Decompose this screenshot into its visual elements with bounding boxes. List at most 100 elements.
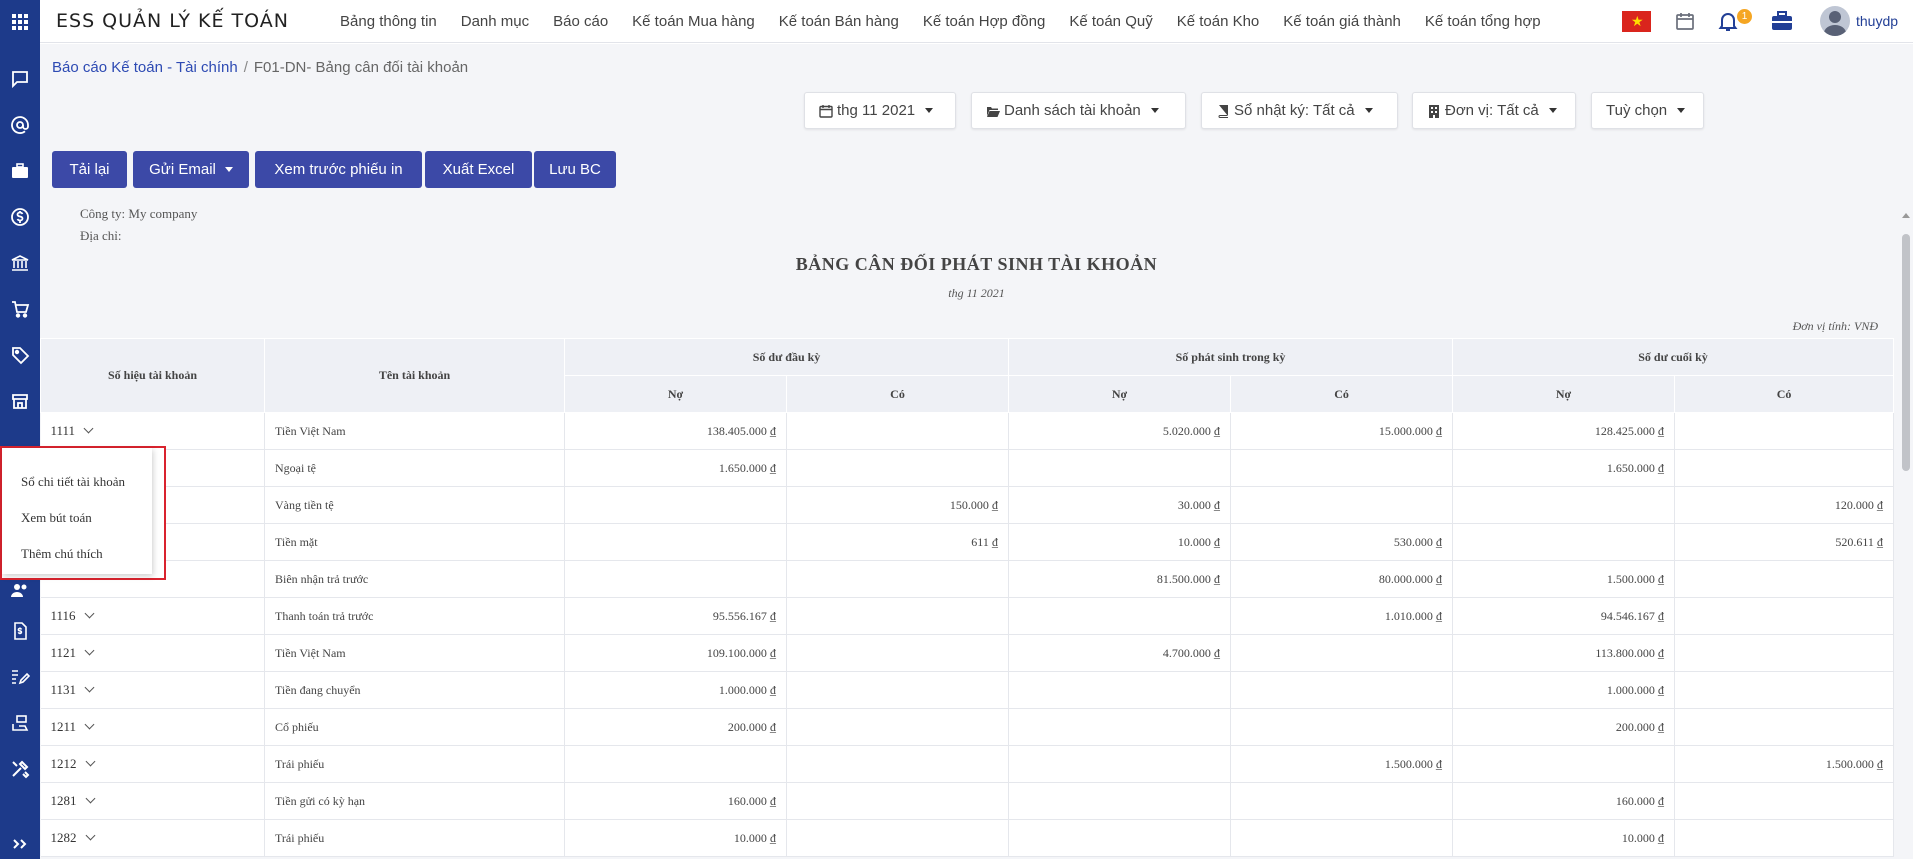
account-code-cell[interactable]: 1281 [40,782,265,820]
table-row[interactable]: 1116 Thanh toán trả trước 95.556.167 ₫ 1.01… [40,597,1895,635]
amount-cell: 1.650.000 ₫ [564,449,787,487]
account-code-cell[interactable]: 1282 [40,819,265,857]
table-row[interactable]: Tiền mặt 611 ₫ 10.000 ₫ 530.000 ₫ 520.611 ₫ [40,523,1895,561]
at-sign-icon[interactable] [4,109,36,141]
nav-catalog[interactable]: Danh mục [461,13,529,30]
reload-button[interactable]: Tải lại [52,151,127,188]
nav-dashboard[interactable]: Bảng thông tin [340,13,437,30]
vertical-scrollbar[interactable] [1899,209,1913,859]
nav-inventory[interactable]: Kế toán Kho [1177,13,1260,30]
account-code-cell[interactable]: 1211 [40,708,265,746]
cart-icon[interactable] [4,293,36,325]
header-credit: Có [1674,375,1895,413]
nav-purchasing[interactable]: Kế toán Mua hàng [632,13,755,30]
amount-cell [564,523,787,561]
toolbox-icon[interactable] [1770,9,1794,33]
chevron-down-icon[interactable] [84,682,95,693]
amount-cell [1008,745,1232,783]
nav-costing[interactable]: Kế toán giá thành [1283,13,1401,30]
store-icon[interactable] [4,385,36,417]
account-code: 1212 [50,756,77,771]
journal-filter[interactable]: Sổ nhật ký: Tất cả [1201,92,1398,129]
nav-reports[interactable]: Báo cáo [553,13,608,30]
menu-item-view-entries[interactable]: Xem bút toán [21,510,92,526]
table-row[interactable]: Vàng tiền tệ 150.000 ₫ 30.000 ₫ 120.000 ₫ [40,486,1895,524]
table-row[interactable]: 1131 Tiền đang chuyển 1.000.000 ₫ 1.000.000… [40,671,1895,709]
vietnam-flag-icon[interactable]: ★ [1622,11,1651,32]
amount-cell: 1.650.000 ₫ [1452,449,1676,487]
table-row[interactable]: 1212 Trái phiếu 1.500.000 ₫ 1.500.000 ₫ [40,745,1895,783]
amount-cell: 138.405.000 ₫ [564,412,787,450]
dollar-icon[interactable] [4,201,36,233]
amount-cell [786,671,1010,709]
amount-cell [1008,671,1232,709]
table-row[interactable]: 1282 Trái phiếu 10.000 ₫ 10.000 ₫ [40,819,1895,857]
period-filter[interactable]: thg 11 2021 [804,92,956,129]
table-row[interactable]: 1121 Tiền Việt Nam 109.100.000 ₫ 4.700.000 … [40,634,1895,672]
document-dollar-icon[interactable] [4,615,36,647]
apps-grid-icon[interactable] [4,6,36,38]
chat-icon[interactable] [4,63,36,95]
amount-cell [1674,560,1895,598]
username[interactable]: thuydp [1856,13,1898,29]
amount-cell: 95.556.167 ₫ [564,597,787,635]
chevron-down-icon[interactable] [85,756,95,767]
table-row[interactable]: 1211 Cổ phiếu 200.000 ₫ 200.000 ₫ [40,708,1895,746]
account-code-cell[interactable]: 1212 [40,745,265,783]
chevron-down-icon[interactable] [85,830,95,841]
account-code-cell[interactable]: 1121 [40,634,265,672]
scrollbar-thumb[interactable] [1902,234,1910,471]
nav-general-ledger[interactable]: Kế toán tổng hợp [1425,13,1541,30]
table-row[interactable]: 1281 Tiền gửi có kỳ hạn 160.000 ₫ 160.000 ₫ [40,782,1895,820]
unit-filter[interactable]: Đơn vị: Tất cả [1412,92,1576,129]
menu-item-add-note[interactable]: Thêm chú thích [21,546,103,562]
bank-icon[interactable] [4,247,36,279]
amount-cell [1674,412,1895,450]
amount-cell [1674,708,1895,746]
chevron-down-icon[interactable] [84,719,95,730]
send-email-button[interactable]: Gửi Email [133,151,249,188]
unit-filter-label: Đơn vị: Tất cả [1445,102,1539,119]
task-edit-icon[interactable] [4,661,36,693]
reload-button-label: Tải lại [69,161,110,178]
table-row[interactable]: Ngoại tệ 1.650.000 ₫ 1.650.000 ₫ [40,449,1895,487]
chevron-down-icon[interactable] [84,608,94,619]
chevron-down-icon[interactable] [85,793,95,804]
table-row[interactable]: 1111 Tiền Việt Nam 138.405.000 ₫ 5.020.000 … [40,412,1895,450]
user-avatar[interactable] [1820,6,1850,36]
save-report-button[interactable]: Lưu BC [534,151,616,188]
app-title[interactable]: ESS QUẢN LÝ KẾ TOÁN [56,10,289,32]
header-credit: Có [1230,375,1454,413]
briefcase-icon[interactable] [4,155,36,187]
nav-contracts[interactable]: Kế toán Hợp đồng [923,13,1045,30]
amount-cell: 10.000 ₫ [1008,523,1232,561]
options-filter[interactable]: Tuỳ chọn [1591,92,1704,129]
amount-cell: 1.010.000 ₫ [1230,597,1454,635]
account-code-cell[interactable]: 1131 [40,671,265,709]
tools-icon[interactable] [4,753,36,785]
chevron-down-icon[interactable] [84,645,95,656]
table-row[interactable]: Biên nhận trả trước 81.500.000 ₫ 80.000.00… [40,560,1895,598]
account-code-cell[interactable]: 1111 [40,412,265,450]
calendar-icon[interactable] [1674,10,1696,32]
account-code-cell[interactable]: 1116 [40,597,265,635]
tag-icon[interactable] [4,339,36,371]
header-opening-balance: Số dư đầu kỳ [563,338,1010,376]
nav-sales[interactable]: Kế toán Bán hàng [779,13,899,30]
hand-money-icon[interactable] [4,707,36,739]
scroll-up-arrow-icon[interactable] [1902,213,1910,218]
chevron-down-icon[interactable] [83,423,94,434]
accounts-filter[interactable]: Danh sách tài khoản [971,92,1186,129]
amount-cell [1230,708,1454,746]
expand-icon[interactable] [4,828,36,860]
print-preview-button[interactable]: Xem trước phiếu in [255,151,422,188]
account-name: Ngoại tệ [264,449,565,487]
main-content: Báo cáo Kế toán - Tài chính / F01-DN- Bảng… [40,44,1913,859]
export-excel-button[interactable]: Xuất Excel [425,151,532,188]
building-icon [1429,104,1439,118]
amount-cell [1674,819,1895,857]
nav-cash[interactable]: Kế toán Quỹ [1069,13,1152,30]
breadcrumb-parent[interactable]: Báo cáo Kế toán - Tài chính [52,59,238,76]
menu-item-account-ledger[interactable]: Sổ chi tiết tài khoản [21,474,125,490]
bell-icon[interactable] [1717,10,1739,32]
